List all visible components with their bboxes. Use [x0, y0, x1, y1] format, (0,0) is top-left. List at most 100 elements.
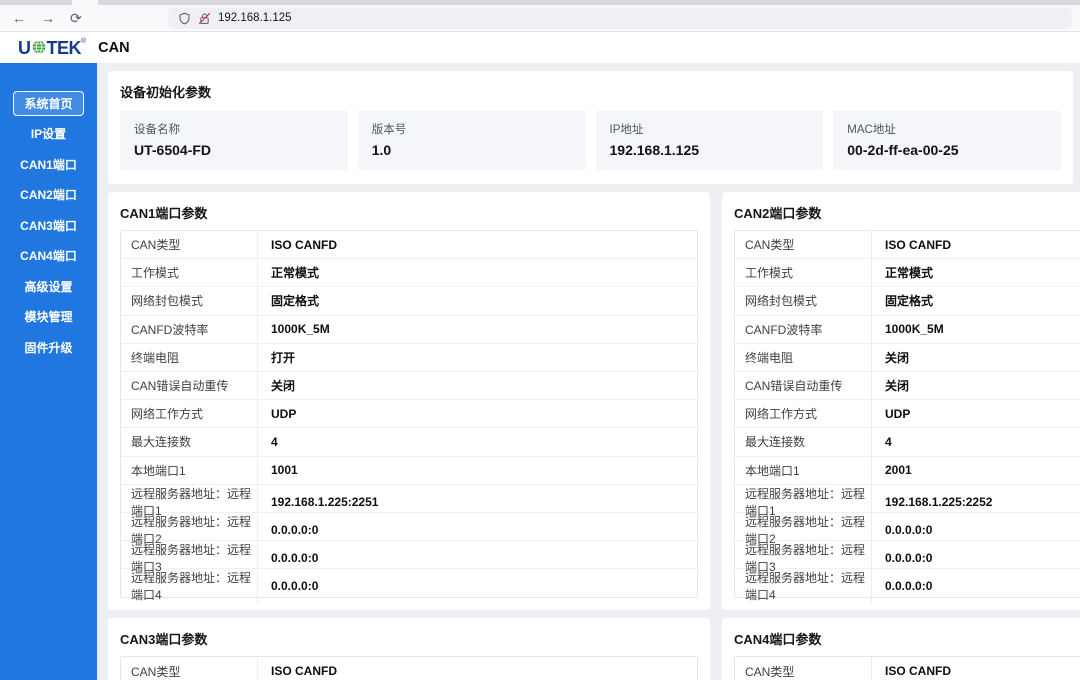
can4-params-title: CAN4端口参数: [734, 629, 1080, 648]
param-label: 网络封包模式: [121, 287, 257, 314]
table-row: 远程服务器地址：远程端口30.0.0.0:0: [121, 541, 697, 569]
sidebar-item-can2-port[interactable]: CAN2端口: [0, 180, 97, 211]
param-value: 4: [257, 428, 697, 455]
card-mac-address: MAC地址 00-2d-ff-ea-00-25: [833, 111, 1061, 170]
table-row: 工作模式正常模式: [735, 259, 1080, 287]
address-bar[interactable]: 192.168.1.125: [168, 8, 1072, 29]
param-value: 1000K_5M: [257, 316, 697, 343]
param-value: 关闭: [257, 372, 697, 399]
active-pill[interactable]: 系统首页: [13, 91, 83, 116]
tables-row-top: CAN1端口参数 CAN类型ISO CANFD 工作模式正常模式 网络封包模式固…: [108, 192, 1080, 610]
param-value: ISO CANFD: [871, 231, 1080, 258]
sidebar-item-can4-port[interactable]: CAN4端口: [0, 241, 97, 272]
card-value: UT-6504-FD: [134, 142, 334, 158]
can1-params-table: CAN类型ISO CANFD 工作模式正常模式 网络封包模式固定格式 CANFD…: [120, 230, 698, 598]
sidebar-item-advanced-settings[interactable]: 高级设置: [0, 271, 97, 302]
card-value: 192.168.1.125: [610, 142, 810, 158]
table-row: 终端电阻关闭: [735, 344, 1080, 372]
sidebar-item-home[interactable]: 系统首页: [0, 88, 97, 119]
table-row: 远程服务器地址：远程端口40.0.0.0:0: [121, 569, 697, 597]
insecure-lock-icon[interactable]: [198, 12, 211, 25]
param-label: CAN类型: [735, 657, 871, 680]
can4-params-table: CAN类型ISO CANFD 工作模式正常模式: [734, 656, 1080, 680]
param-label: 网络封包模式: [735, 287, 871, 314]
forward-icon[interactable]: →: [41, 11, 55, 25]
can3-params-title: CAN3端口参数: [120, 629, 698, 648]
sidebar: 系统首页 IP设置 CAN1端口 CAN2端口 CAN3端口 CAN4端口 高级…: [0, 63, 97, 680]
table-row: CAN类型ISO CANFD: [121, 231, 697, 259]
browser-tab[interactable]: [72, 0, 98, 5]
param-label: 远程服务器地址：远程端口4: [121, 569, 257, 603]
sidebar-item-module-management[interactable]: 模块管理: [0, 302, 97, 333]
sidebar-item-can3-port[interactable]: CAN3端口: [0, 210, 97, 241]
url-text[interactable]: 192.168.1.125: [218, 12, 292, 24]
param-label: 网络工作方式: [735, 400, 871, 427]
param-label: 工作模式: [735, 259, 871, 286]
can4-params-panel: CAN4端口参数 CAN类型ISO CANFD 工作模式正常模式: [722, 618, 1080, 680]
table-row: 远程服务器地址：远程端口30.0.0.0:0: [735, 541, 1080, 569]
can3-params-panel: CAN3端口参数 CAN类型ISO CANFD 工作模式正常模式: [108, 618, 710, 680]
sidebar-item-ip-settings[interactable]: IP设置: [0, 119, 97, 150]
table-row: CANFD波特率1000K_5M: [121, 316, 697, 344]
browser-toolbar: ← → ⟳ 192.168.1.125: [0, 5, 1080, 32]
table-row: 最大连接数4: [735, 428, 1080, 456]
sidebar-item-can1-port[interactable]: CAN1端口: [0, 149, 97, 180]
table-row: 网络封包模式固定格式: [121, 287, 697, 315]
table-row: CAN错误自动重传关闭: [121, 372, 697, 400]
table-row: 远程服务器地址：远程端口1192.168.1.225:2251: [121, 485, 697, 513]
can2-params-panel: CAN2端口参数 CAN类型ISO CANFD 工作模式正常模式 网络封包模式固…: [722, 192, 1080, 610]
can3-params-table: CAN类型ISO CANFD 工作模式正常模式: [120, 656, 698, 680]
param-value: 2001: [871, 457, 1080, 484]
table-row: CAN类型ISO CANFD: [735, 657, 1080, 680]
card-device-name: 设备名称 UT-6504-FD: [120, 111, 348, 170]
table-row: 网络封包模式固定格式: [735, 287, 1080, 315]
sidebar-item-firmware-upgrade[interactable]: 固件升级: [0, 332, 97, 363]
param-value: ISO CANFD: [257, 231, 697, 258]
card-label: IP地址: [610, 121, 810, 137]
param-label: 终端电阻: [735, 344, 871, 371]
param-value: UDP: [257, 400, 697, 427]
table-row: CAN类型ISO CANFD: [735, 231, 1080, 259]
page-title: CAN: [98, 40, 129, 56]
param-value: 关闭: [871, 344, 1080, 371]
can1-params-title: CAN1端口参数: [120, 203, 698, 222]
param-label: CAN类型: [735, 231, 871, 258]
param-value: 固定格式: [257, 287, 697, 314]
logo-text-u: U: [18, 39, 31, 57]
table-row: 工作模式正常模式: [121, 259, 697, 287]
card-value: 00-2d-ff-ea-00-25: [847, 142, 1047, 158]
reload-icon[interactable]: ⟳: [70, 11, 82, 25]
back-icon[interactable]: ←: [12, 11, 26, 25]
table-row: CAN类型ISO CANFD: [121, 657, 697, 680]
param-value: 正常模式: [257, 259, 697, 286]
card-label: MAC地址: [847, 121, 1047, 137]
card-label: 版本号: [372, 121, 572, 137]
card-ip-address: IP地址 192.168.1.125: [596, 111, 824, 170]
param-label: 本地端口1: [121, 457, 257, 484]
param-value: 4: [871, 428, 1080, 455]
table-row: 终端电阻打开: [121, 344, 697, 372]
param-value: 1000K_5M: [871, 316, 1080, 343]
shield-icon[interactable]: [178, 12, 191, 25]
device-init-title: 设备初始化参数: [120, 82, 1061, 101]
card-label: 设备名称: [134, 121, 334, 137]
main-content: 设备初始化参数 设备名称 UT-6504-FD 版本号 1.0 IP地址 192…: [97, 63, 1080, 680]
param-label: CANFD波特率: [735, 316, 871, 343]
globe-icon: [32, 40, 46, 54]
param-value: ISO CANFD: [257, 657, 697, 680]
param-value: 打开: [257, 344, 697, 371]
param-label: CANFD波特率: [121, 316, 257, 343]
device-info-cards: 设备名称 UT-6504-FD 版本号 1.0 IP地址 192.168.1.1…: [120, 111, 1061, 170]
can1-params-panel: CAN1端口参数 CAN类型ISO CANFD 工作模式正常模式 网络封包模式固…: [108, 192, 710, 610]
table-row: 本地端口12001: [735, 457, 1080, 485]
browser-tabstrip: [0, 0, 1080, 5]
param-label: CAN类型: [121, 231, 257, 258]
table-row: CANFD波特率1000K_5M: [735, 316, 1080, 344]
param-label: 最大连接数: [735, 428, 871, 455]
param-label: CAN错误自动重传: [121, 372, 257, 399]
card-version: 版本号 1.0: [358, 111, 586, 170]
param-value: ISO CANFD: [871, 657, 1080, 680]
table-row: 最大连接数4: [121, 428, 697, 456]
device-init-panel: 设备初始化参数 设备名称 UT-6504-FD 版本号 1.0 IP地址 192…: [108, 71, 1073, 184]
param-value: UDP: [871, 400, 1080, 427]
